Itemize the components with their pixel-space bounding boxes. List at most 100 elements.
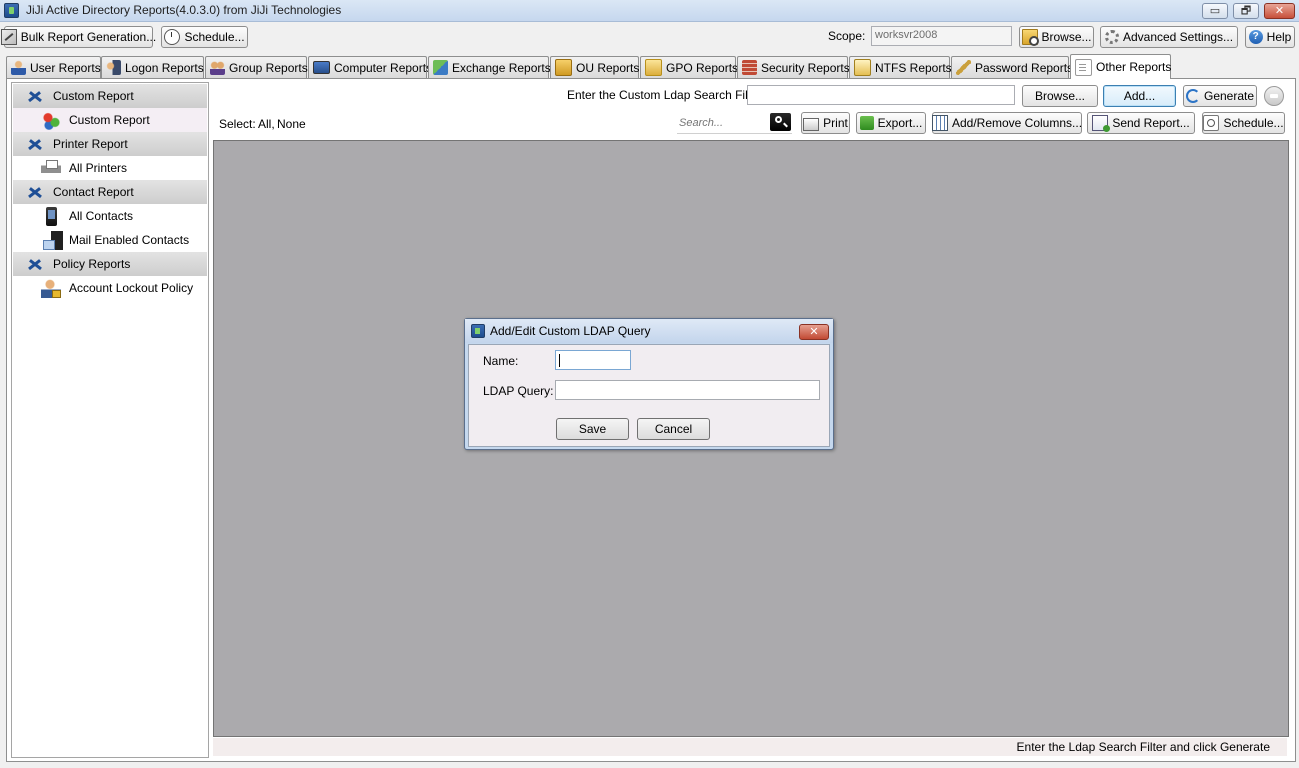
contact-phone-icon — [46, 207, 57, 226]
sidebar-item-all-contacts[interactable]: All Contacts — [13, 204, 207, 228]
section-header-custom-report[interactable]: Custom Report — [13, 84, 207, 108]
add-button[interactable]: Add... — [1103, 85, 1176, 107]
maximize-button[interactable]: 🗗 — [1233, 3, 1259, 19]
help-button[interactable]: ? Help — [1245, 26, 1295, 48]
tab-security-reports[interactable]: Security Reports — [737, 56, 850, 78]
logon-icon — [106, 60, 121, 75]
ldap-query-label: LDAP Query: — [483, 384, 554, 398]
report-tabs: User Reports Logon Reports Group Reports… — [0, 54, 1299, 79]
print-label: Print — [823, 116, 848, 130]
tab-user-reports[interactable]: User Reports — [6, 56, 101, 78]
generate-label: Generate — [1203, 89, 1255, 103]
columns-icon — [931, 115, 948, 131]
save-button[interactable]: Save — [556, 418, 629, 440]
stop-icon — [1270, 94, 1278, 98]
tab-label: Other Reports — [1096, 60, 1172, 74]
dialog-close-button[interactable]: ✕ — [799, 324, 829, 340]
custom-ldap-query-dialog: Add/Edit Custom LDAP Query ✕ Name: LDAP … — [464, 318, 834, 450]
advanced-settings-label: Advanced Settings... — [1122, 30, 1234, 44]
sidebar-item-label: Custom Report — [69, 113, 150, 127]
collapse-chevron-icon — [24, 185, 46, 199]
send-report-label: Send Report... — [1112, 116, 1190, 130]
bulk-report-generation-button[interactable]: Bulk Report Generation... — [0, 26, 157, 48]
section-header-policy-reports[interactable]: Policy Reports — [13, 252, 207, 276]
section-title: Printer Report — [53, 137, 128, 151]
status-bar: Enter the Ldap Search Filter and click G… — [213, 738, 1287, 756]
sidebar-item-all-printers[interactable]: All Printers — [13, 156, 207, 180]
collapse-chevron-icon — [24, 89, 46, 103]
dialog-body: Name: LDAP Query: Save Cancel — [468, 344, 830, 447]
tab-exchange-reports[interactable]: Exchange Reports — [428, 56, 551, 78]
search-icon[interactable] — [770, 113, 791, 131]
select-all-link[interactable]: All, — [258, 117, 275, 131]
select-none-link[interactable]: None — [277, 117, 306, 131]
browse-label: Browse... — [1041, 30, 1092, 44]
window-title: JiJi Active Directory Reports(4.0.3.0) f… — [26, 3, 342, 17]
tab-group-reports[interactable]: Group Reports — [205, 56, 308, 78]
ou-icon — [555, 59, 572, 76]
scope-field: worksvr2008 — [871, 26, 1012, 46]
sidebar-item-label: All Contacts — [69, 209, 134, 223]
tab-label: Password Reports — [975, 60, 1074, 75]
minimize-button[interactable]: ▭ — [1202, 3, 1228, 19]
printer-icon — [41, 159, 61, 178]
document-icon — [1075, 58, 1092, 76]
sidebar-item-account-lockout-policy[interactable]: Account Lockout Policy — [13, 276, 207, 300]
dialog-app-icon — [471, 324, 485, 338]
tab-label: Group Reports — [229, 60, 308, 75]
section-header-printer-report[interactable]: Printer Report — [13, 132, 207, 156]
export-button[interactable]: Export... — [856, 112, 926, 134]
section-header-contact-report[interactable]: Contact Report — [13, 180, 207, 204]
bulk-report-label: Bulk Report Generation... — [20, 30, 157, 44]
tab-password-reports[interactable]: Password Reports — [951, 56, 1073, 78]
columns-label: Add/Remove Columns... — [951, 116, 1083, 130]
security-wall-icon — [742, 60, 757, 75]
generate-button[interactable]: Generate — [1183, 85, 1257, 107]
search-input[interactable] — [677, 114, 767, 132]
section-title: Custom Report — [53, 89, 134, 103]
tab-label: Computer Reports — [334, 60, 433, 75]
help-label: Help — [1266, 30, 1292, 44]
section-title: Policy Reports — [53, 257, 131, 271]
text-caret — [559, 354, 560, 367]
report-schedule-button[interactable]: Schedule... — [1202, 112, 1285, 134]
section-title: Contact Report — [53, 185, 134, 199]
tab-computer-reports[interactable]: Computer Reports — [308, 56, 432, 78]
key-icon — [956, 60, 971, 75]
tab-ou-reports[interactable]: OU Reports — [550, 56, 639, 78]
stop-button[interactable] — [1264, 86, 1284, 106]
close-button[interactable]: ✕ — [1264, 3, 1295, 19]
collapse-chevron-icon — [24, 137, 46, 151]
send-report-button[interactable]: Send Report... — [1087, 112, 1195, 134]
sidebar-item-label: Account Lockout Policy — [69, 281, 194, 295]
sidebar-item-mail-enabled-contacts[interactable]: Mail Enabled Contacts — [13, 228, 207, 252]
send-report-icon — [1092, 115, 1111, 132]
print-button[interactable]: Print — [801, 112, 850, 134]
filter-browse-button[interactable]: Browse... — [1022, 85, 1098, 107]
gpo-icon — [645, 59, 662, 76]
sidebar-item-label: Mail Enabled Contacts — [69, 233, 190, 247]
sidebar-item-custom-report[interactable]: Custom Report — [13, 108, 207, 132]
tab-other-reports[interactable]: Other Reports — [1070, 54, 1171, 79]
schedule-button[interactable]: Schedule... — [161, 26, 248, 48]
tab-logon-reports[interactable]: Logon Reports — [101, 56, 204, 78]
add-remove-columns-button[interactable]: Add/Remove Columns... — [931, 112, 1083, 134]
scope-browse-button[interactable]: Browse... — [1019, 26, 1094, 48]
browse-folder-icon — [1021, 29, 1039, 46]
app-icon — [4, 3, 19, 18]
tab-gpo-reports[interactable]: GPO Reports — [640, 56, 739, 78]
tab-label: GPO Reports — [666, 60, 739, 75]
clock-icon — [164, 29, 181, 45]
ldap-filter-input[interactable] — [747, 85, 1015, 105]
tab-label: Exchange Reports — [452, 60, 551, 75]
schedule-icon — [1203, 115, 1220, 131]
title-bar: JiJi Active Directory Reports(4.0.3.0) f… — [0, 0, 1299, 22]
name-input[interactable] — [555, 350, 631, 370]
tab-label: User Reports — [30, 60, 101, 75]
advanced-settings-button[interactable]: Advanced Settings... — [1100, 26, 1238, 48]
group-icon — [210, 60, 225, 75]
ldap-query-input[interactable] — [555, 380, 820, 400]
refresh-icon — [1185, 89, 1200, 103]
tab-ntfs-reports[interactable]: NTFS Reports — [849, 56, 952, 78]
cancel-button[interactable]: Cancel — [637, 418, 710, 440]
